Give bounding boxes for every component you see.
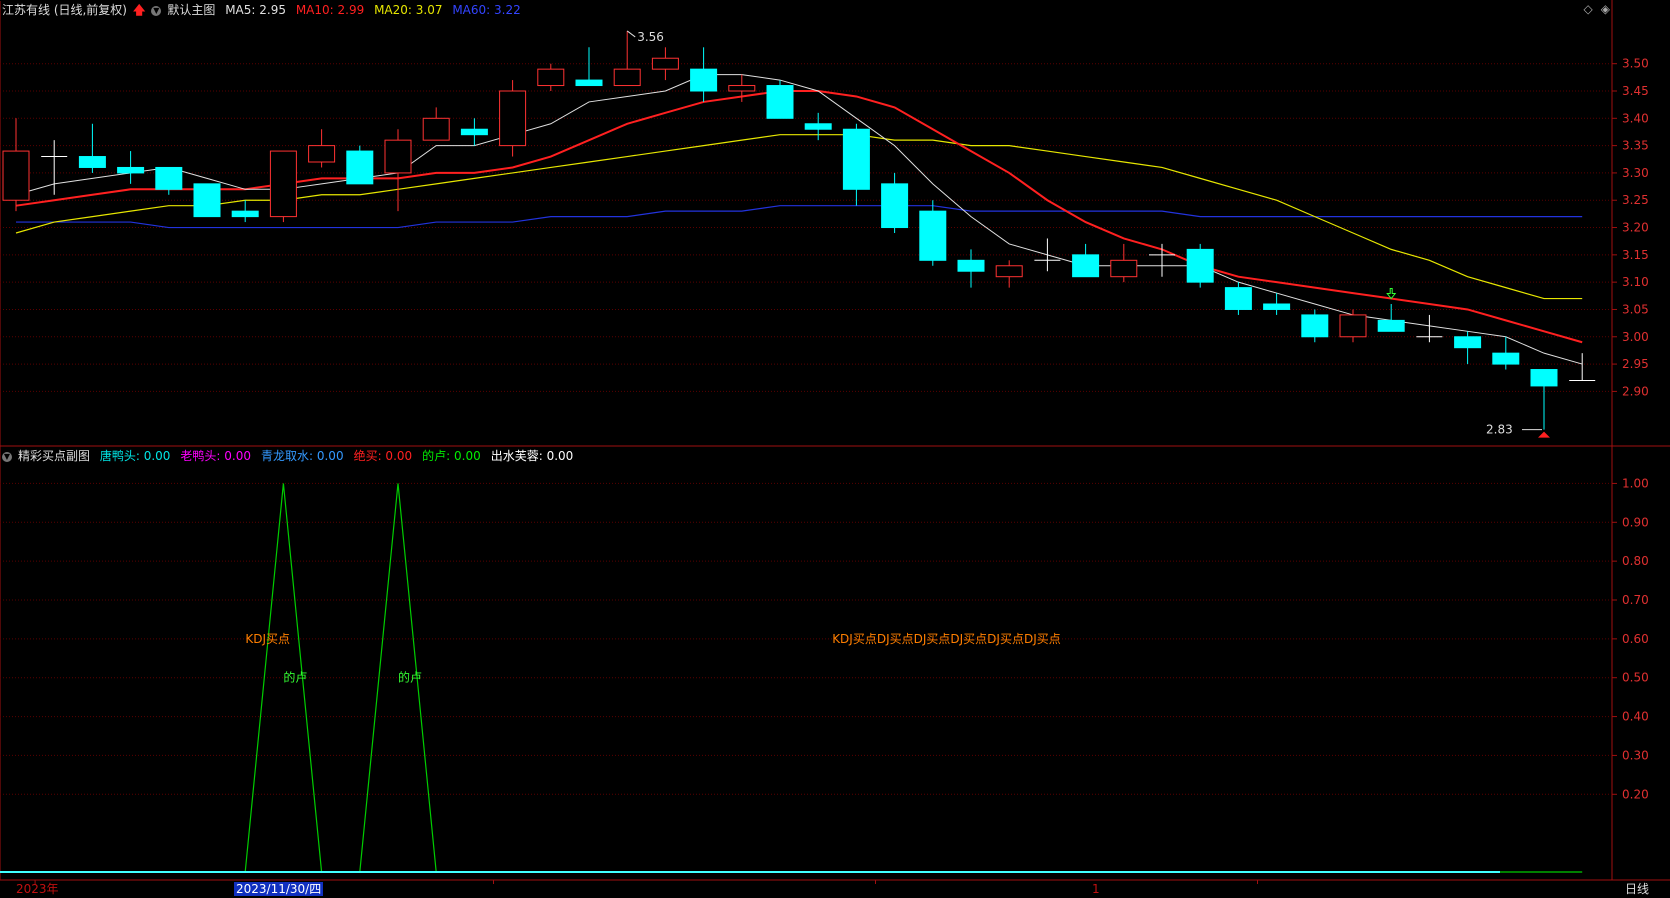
ma5-label: MA5: bbox=[225, 3, 256, 17]
sub-tick-label-0: 1.00 bbox=[1622, 476, 1649, 490]
candle-body-2 bbox=[78, 156, 106, 168]
candle-body-8 bbox=[308, 145, 336, 163]
candle-body-0 bbox=[2, 150, 30, 201]
dilu-label-2: 的卢 bbox=[398, 670, 422, 685]
candle-body-6 bbox=[231, 210, 259, 218]
candle-body-5 bbox=[193, 183, 221, 218]
candle-body-34 bbox=[1301, 314, 1329, 338]
main-header: 江苏有线 (日线,前复权) 🡅 ▼ 默认主图 MA5: 2.95 MA10: 2.99… bbox=[2, 2, 527, 18]
indicator-2: 青龙取水: 0.00 bbox=[261, 449, 344, 463]
candle-body-22 bbox=[842, 128, 870, 190]
candle-body-31 bbox=[1186, 248, 1214, 283]
candle-body-32 bbox=[1224, 287, 1252, 310]
kdj-buy-label-left: KDJ买点 bbox=[245, 632, 290, 646]
sub-tick-label-6: 0.40 bbox=[1622, 710, 1649, 724]
candle-body-7 bbox=[269, 150, 297, 218]
sub-tick-label-4: 0.60 bbox=[1622, 632, 1649, 646]
indicator-1: 老鸭头: 0.00 bbox=[180, 449, 251, 463]
sub-chart-name[interactable]: 精彩买点副图 bbox=[18, 449, 90, 463]
candle-body-9 bbox=[346, 150, 374, 185]
period-label[interactable]: 日线 bbox=[1625, 882, 1649, 896]
ma20-value: 3.07 bbox=[415, 3, 443, 17]
chart-stage[interactable]: 3.50 3.45 3.40 3.35 3.30 3.25 3.20 3.15 3.10 3.05… bbox=[0, 0, 1670, 898]
candle-body-28 bbox=[1072, 254, 1100, 278]
candle-body-40 bbox=[1530, 369, 1558, 387]
high-price-label: 3.56 bbox=[637, 30, 664, 44]
candle-body-35 bbox=[1339, 314, 1367, 338]
candle-body-19 bbox=[728, 85, 756, 92]
green-down-arrow-icon bbox=[1386, 288, 1397, 300]
kdj-buy-label-right: KDJ买点DJ买点DJ买点DJ买点DJ买点DJ买点 bbox=[832, 632, 1061, 646]
indicator-5: 出水芙蓉: 0.00 bbox=[490, 449, 574, 463]
candle-body-18 bbox=[690, 68, 718, 92]
ma10-label: MA10: bbox=[295, 3, 334, 17]
top-right-icons: ◇ ◈ bbox=[1576, 2, 1610, 16]
candle-body-11 bbox=[422, 117, 450, 141]
candle-body-4 bbox=[155, 166, 183, 190]
price-tick-label-8: 3.10 bbox=[1622, 275, 1649, 289]
indicator-3: 绝买: 0.00 bbox=[353, 449, 413, 463]
month-marker: 1 bbox=[1092, 882, 1100, 896]
ma20-label: MA20: bbox=[374, 3, 412, 17]
price-tick-label-3: 3.35 bbox=[1622, 139, 1649, 153]
candle-body-21 bbox=[804, 123, 832, 130]
price-tick-label-2: 3.40 bbox=[1622, 111, 1649, 125]
high-marker-arrow bbox=[626, 30, 636, 38]
candle-body-16 bbox=[613, 68, 641, 87]
stock-title[interactable]: 江苏有线 (日线,前复权) bbox=[2, 3, 127, 17]
candle-body-36 bbox=[1377, 319, 1405, 332]
price-tick-label-0: 3.50 bbox=[1622, 57, 1649, 71]
candle-body-29 bbox=[1110, 259, 1138, 278]
low-price-label: 2.83 bbox=[1486, 423, 1513, 437]
price-tick-label-11: 2.95 bbox=[1622, 357, 1649, 371]
dropdown-icon[interactable]: ▼ bbox=[151, 5, 162, 16]
indicator-0: 唐鸭头: 0.00 bbox=[99, 449, 171, 463]
date-cursor: 2023/11/30/四 bbox=[234, 882, 324, 896]
price-tick-label-10: 3.00 bbox=[1622, 330, 1649, 344]
diamond-icon[interactable]: ◇ bbox=[1584, 2, 1593, 16]
candle-body-17 bbox=[651, 57, 679, 70]
sub-tick-label-2: 0.80 bbox=[1622, 554, 1649, 568]
price-tick-label-7: 3.15 bbox=[1622, 248, 1649, 262]
sub-tick-label-8: 0.20 bbox=[1622, 787, 1649, 801]
ma5-value: 2.95 bbox=[259, 3, 286, 17]
ma10-value: 2.99 bbox=[337, 3, 365, 17]
sub-header: ▼ 精彩买点副图 唐鸭头: 0.00 老鸭头: 0.00 青龙取水: 0.00 绝买: … bbox=[2, 448, 589, 464]
candle-body-39 bbox=[1492, 352, 1520, 365]
price-tick-label-9: 3.05 bbox=[1622, 302, 1649, 316]
price-tick-label-5: 3.25 bbox=[1622, 193, 1649, 207]
sub-tick-label-1: 0.90 bbox=[1622, 515, 1649, 529]
ma60-label: MA60: bbox=[452, 3, 491, 17]
candle-body-13 bbox=[499, 90, 527, 147]
candle-body-24 bbox=[919, 210, 947, 261]
candle-body-26 bbox=[995, 265, 1023, 278]
price-tick-label-12: 2.90 bbox=[1622, 384, 1649, 398]
candle-body-12 bbox=[460, 128, 488, 136]
year-label: 2023年 bbox=[16, 882, 59, 896]
diamond-arrow-icon[interactable]: ◈ bbox=[1601, 2, 1610, 16]
price-tick-label-6: 3.20 bbox=[1622, 221, 1649, 235]
sub-tick-label-3: 0.70 bbox=[1622, 593, 1649, 607]
candle-body-3 bbox=[117, 166, 145, 174]
sub-tick-label-5: 0.50 bbox=[1622, 671, 1649, 685]
price-tick-label-4: 3.30 bbox=[1622, 166, 1649, 180]
candle-body-33 bbox=[1263, 303, 1291, 310]
candle-body-10 bbox=[384, 139, 412, 174]
dropdown-icon-sub[interactable]: ▼ bbox=[2, 451, 12, 462]
low-red-marker bbox=[1538, 431, 1550, 438]
candle-body-15 bbox=[575, 79, 603, 87]
dilu-label-1: 的卢 bbox=[283, 670, 307, 685]
candle-body-20 bbox=[766, 85, 794, 119]
ma60-value: 3.22 bbox=[494, 3, 521, 17]
price-tick-label-1: 3.45 bbox=[1622, 84, 1649, 98]
candle-body-38 bbox=[1454, 336, 1482, 349]
candle-body-14 bbox=[537, 68, 565, 87]
candle-body-25 bbox=[957, 259, 985, 272]
main-chart-name[interactable]: 默认主图 bbox=[167, 3, 215, 17]
candle-body-23 bbox=[881, 183, 909, 229]
sub-tick-label-7: 0.30 bbox=[1622, 748, 1649, 762]
indicator-4: 的卢: 0.00 bbox=[422, 449, 481, 463]
up-arrow-icon: 🡅 bbox=[133, 3, 146, 17]
